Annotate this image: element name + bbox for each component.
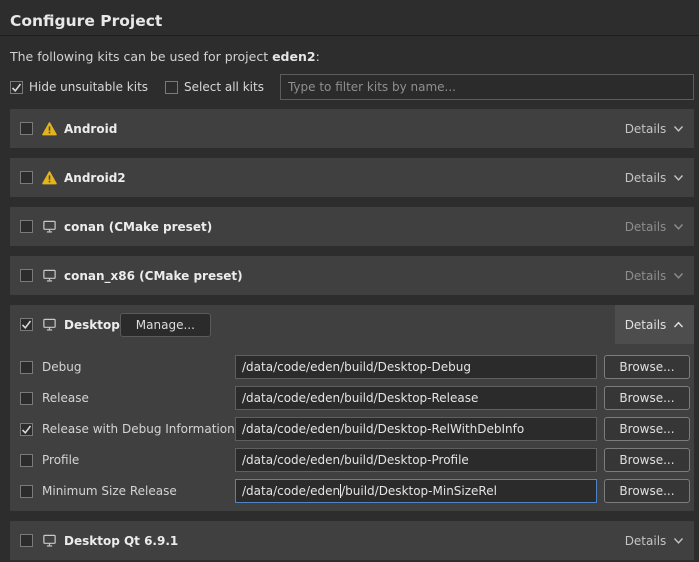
checkbox-unchecked — [165, 81, 178, 94]
kit-name: Desktop Qt 6.9.1 — [64, 534, 178, 548]
details-button[interactable]: Details — [615, 207, 694, 246]
kit-row-android2: Android2 Details — [10, 158, 694, 197]
kit-name: conan (CMake preset) — [64, 220, 212, 234]
kit-name: Android2 — [64, 171, 126, 185]
chevron-down-icon — [673, 125, 684, 133]
chevron-down-icon — [673, 223, 684, 231]
kit-row-android: Android Details — [10, 109, 694, 148]
build-config-checkbox-checked[interactable] — [20, 423, 33, 436]
chevron-down-icon — [673, 174, 684, 182]
chevron-up-icon — [673, 321, 684, 329]
hide-unsuitable-kits-checkbox[interactable]: Hide unsuitable kits — [10, 80, 148, 94]
kit-checkbox[interactable] — [20, 122, 33, 135]
details-button[interactable]: Details — [615, 158, 694, 197]
details-button[interactable]: Details — [615, 256, 694, 295]
chevron-down-icon — [673, 272, 684, 280]
manage-button[interactable]: Manage... — [120, 313, 211, 337]
kit-panel-desktop: Desktop Manage... Details Debug Browse..… — [10, 305, 694, 511]
kit-checkbox[interactable] — [20, 171, 33, 184]
build-dir-input[interactable] — [235, 448, 597, 472]
browse-button[interactable]: Browse... — [604, 355, 690, 379]
checkbox-checked — [10, 81, 23, 94]
chevron-down-icon — [673, 537, 684, 545]
build-config-checkbox[interactable] — [20, 454, 33, 467]
configure-project-page: Configure Project The following kits can… — [0, 0, 699, 562]
kit-row-desktop-qt: Desktop Qt 6.9.1 Details — [10, 521, 694, 560]
project-name: eden2 — [272, 49, 316, 64]
warning-icon — [42, 122, 57, 136]
intro-text: The following kits can be used for proje… — [10, 49, 699, 64]
kit-name: Desktop — [64, 318, 120, 332]
page-title: Configure Project — [0, 0, 699, 31]
browse-button[interactable]: Browse... — [604, 479, 690, 503]
build-dir-input[interactable] — [235, 355, 597, 379]
build-config-row-profile: Profile Browse... — [10, 447, 694, 473]
kit-name: conan_x86 (CMake preset) — [64, 269, 243, 283]
check-icon — [21, 424, 32, 435]
title-divider — [0, 35, 699, 36]
kit-row-conan-x86: conan_x86 (CMake preset) Details — [10, 256, 694, 295]
kit-checkbox[interactable] — [20, 220, 33, 233]
kit-list: Android Details Android2 Details — [0, 109, 699, 560]
browse-button[interactable]: Browse... — [604, 448, 690, 472]
build-config-row-relwithdebinfo: Release with Debug Information Browse... — [10, 416, 694, 442]
build-config-row-release: Release Browse... — [10, 385, 694, 411]
kit-checkbox[interactable] — [20, 534, 33, 547]
check-icon — [21, 319, 32, 330]
build-config-checkbox[interactable] — [20, 485, 33, 498]
desktop-icon — [42, 317, 57, 332]
filter-toolbar: Hide unsuitable kits Select all kits — [10, 74, 694, 100]
kit-checkbox[interactable] — [20, 269, 33, 282]
kit-name: Android — [64, 122, 117, 136]
build-config-row-minsizerel: Minimum Size Release /data/code/eden/bui… — [10, 478, 694, 504]
check-icon — [11, 82, 22, 93]
kit-checkbox-checked[interactable] — [20, 318, 33, 331]
details-button[interactable]: Details — [615, 109, 694, 148]
warning-icon — [42, 171, 57, 185]
build-dir-input[interactable] — [235, 386, 597, 410]
select-all-kits-checkbox[interactable]: Select all kits — [165, 80, 264, 94]
details-button[interactable]: Details — [615, 521, 694, 560]
desktop-icon — [42, 268, 57, 283]
desktop-icon — [42, 533, 57, 548]
desktop-icon — [42, 219, 57, 234]
build-dir-input[interactable] — [235, 417, 597, 441]
build-config-list: Debug Browse... Release Browse... Releas… — [10, 344, 694, 511]
browse-button[interactable]: Browse... — [604, 386, 690, 410]
build-config-row-debug: Debug Browse... — [10, 354, 694, 380]
details-button-expanded[interactable]: Details — [615, 305, 694, 344]
build-dir-input-focused[interactable]: /data/code/eden/build/Desktop-MinSizeRel — [235, 479, 597, 503]
build-config-checkbox[interactable] — [20, 392, 33, 405]
kit-filter-input[interactable] — [280, 74, 694, 100]
browse-button[interactable]: Browse... — [604, 417, 690, 441]
kit-row-desktop: Desktop Manage... Details — [10, 305, 694, 344]
build-config-checkbox[interactable] — [20, 361, 33, 374]
kit-row-conan: conan (CMake preset) Details — [10, 207, 694, 246]
